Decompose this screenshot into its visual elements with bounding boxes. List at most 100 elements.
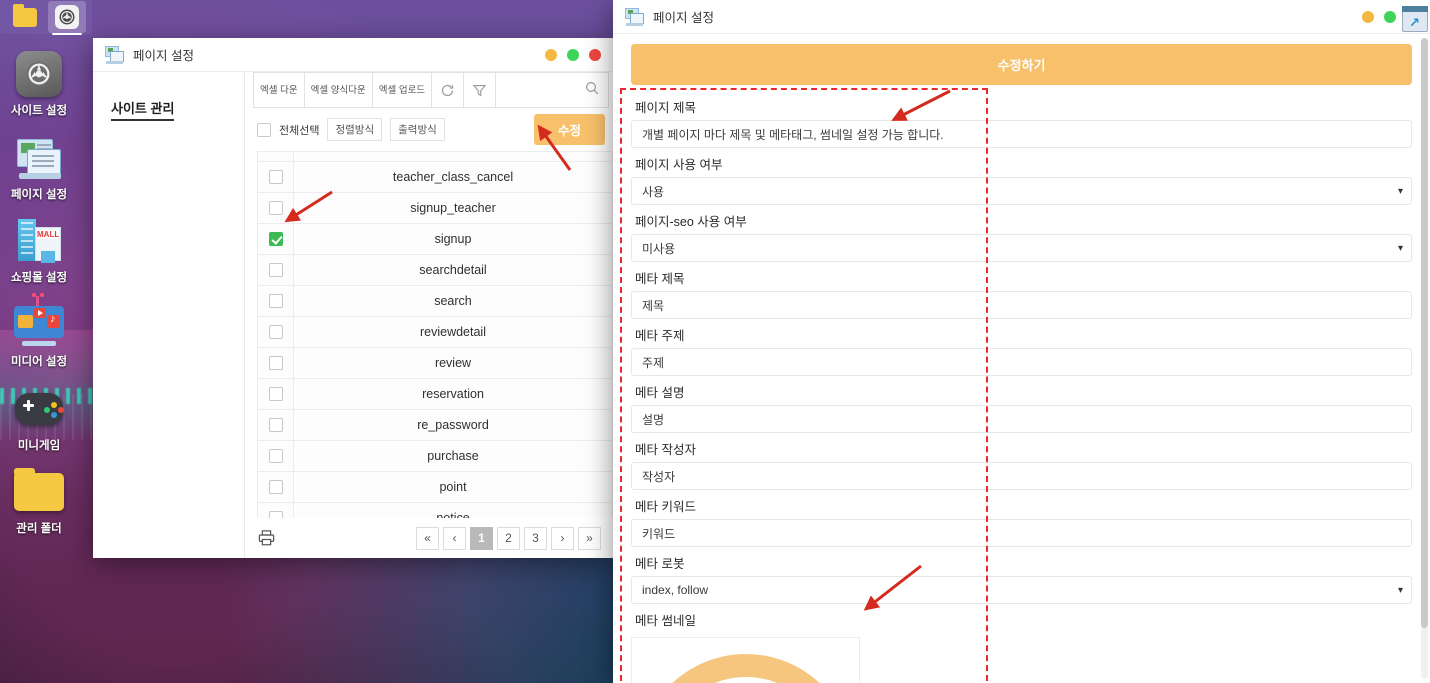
table-row-name: search [293, 285, 613, 317]
table-row-checkbox-cell[interactable] [257, 347, 294, 379]
desktop-icon-art: MALL [13, 215, 65, 267]
filter-icon[interactable] [463, 72, 496, 108]
save-button[interactable]: 수정하기 [631, 44, 1412, 85]
search-input[interactable] [504, 83, 584, 97]
field-value[interactable] [642, 412, 1401, 426]
row-checkbox[interactable] [268, 449, 283, 464]
table-row[interactable]: notice [257, 502, 613, 518]
pagination-page-1[interactable]: 1 [470, 526, 493, 550]
excel-download-button[interactable]: 엑셀 다운 [253, 72, 304, 108]
table-row[interactable]: purchase [257, 440, 613, 472]
table-row-checkbox-cell[interactable] [257, 502, 294, 518]
field-select[interactable]: 사용 ▾ [631, 177, 1412, 205]
table-row-checkbox-cell[interactable] [257, 471, 294, 503]
row-checkbox[interactable] [268, 294, 283, 309]
row-checkbox[interactable] [268, 387, 283, 402]
table-row-checkbox-cell[interactable] [257, 192, 294, 224]
excel-form-download-button[interactable]: 엑셀 양식다운 [303, 72, 372, 108]
field-value[interactable] [642, 469, 1401, 483]
table-row[interactable]: review [257, 347, 613, 379]
table-row[interactable]: search [257, 285, 613, 317]
table-row-name: teacher_class_cancel [293, 161, 613, 193]
sort-mode-button[interactable]: 정렬방식 [327, 118, 383, 141]
desktop-icon-art [13, 466, 65, 518]
row-checkbox[interactable] [268, 511, 283, 518]
table-row[interactable]: searchdetail [257, 254, 613, 286]
table-row[interactable]: signup [257, 223, 613, 255]
desktop-icon-admin-folder[interactable]: 관리 폴더 [0, 466, 78, 536]
field-value[interactable] [642, 298, 1401, 312]
field-input[interactable] [631, 519, 1412, 547]
minimize-button[interactable] [545, 48, 557, 61]
row-checkbox[interactable] [268, 356, 283, 371]
table-row-checkbox-cell[interactable] [257, 378, 294, 410]
maximize-button[interactable] [1384, 10, 1396, 23]
maximize-button[interactable] [567, 48, 579, 61]
pagination-next[interactable]: › [551, 526, 574, 550]
field-input[interactable] [631, 120, 1412, 148]
pagination-page-3[interactable]: 3 [524, 526, 547, 550]
table-row[interactable]: reviewdetail [257, 316, 613, 348]
field-select[interactable]: 미사용 ▾ [631, 234, 1412, 262]
pagination-prev[interactable]: ‹ [443, 526, 466, 550]
left-window-controls [545, 48, 601, 61]
page-settings-list-window: 페이지 설정 사이트 관리 엑셀 다운 엑셀 양식다운 엑셀 업로드 전체선택 … [93, 38, 613, 558]
close-button[interactable] [589, 48, 601, 61]
desktop-icon-label: 사이트 설정 [10, 105, 68, 117]
table-row[interactable]: signup_teacher [257, 192, 613, 224]
desktop-icon-shop-settings[interactable]: MALL 쇼핑몰 설정 [0, 215, 78, 285]
desktop-icon-art [13, 132, 65, 184]
pagination-page-2[interactable]: 2 [497, 526, 520, 550]
table-row-checkbox-cell[interactable] [257, 316, 294, 348]
table-row[interactable]: teacher_class_cancel [257, 161, 613, 193]
field-value[interactable] [642, 127, 1401, 141]
excel-upload-button[interactable]: 엑셀 업로드 [371, 72, 432, 108]
refresh-icon[interactable] [431, 72, 464, 108]
row-checkbox[interactable] [268, 418, 283, 433]
field-input[interactable] [631, 405, 1412, 433]
table-row[interactable]: re_password [257, 409, 613, 441]
table-row-checkbox-cell[interactable] [257, 254, 294, 286]
output-mode-button[interactable]: 출력방식 [390, 118, 445, 141]
minimize-button[interactable] [1362, 10, 1374, 23]
pagination-last[interactable]: » [578, 526, 601, 550]
row-checkbox[interactable] [268, 325, 283, 340]
field-input[interactable] [631, 291, 1412, 319]
sidebar-item-site-management[interactable]: 사이트 관리 [111, 98, 175, 121]
field-select[interactable]: index, follow ▾ [631, 576, 1412, 604]
field-input[interactable] [631, 462, 1412, 490]
row-checkbox[interactable] [268, 232, 283, 247]
field-value[interactable] [642, 526, 1401, 540]
row-checkbox[interactable] [268, 170, 283, 185]
row-checkbox[interactable] [268, 263, 283, 278]
search-box[interactable] [495, 72, 609, 108]
field-input[interactable] [631, 348, 1412, 376]
desktop-icon-art [13, 292, 65, 351]
table-row-checkbox-cell[interactable] [257, 161, 294, 193]
taskbar-item-settings[interactable] [48, 1, 86, 35]
edit-button[interactable]: 수정 [533, 114, 605, 145]
desktop-icon-media-settings[interactable]: 미디어 설정 [0, 292, 78, 369]
table-row-name: point [293, 471, 613, 503]
desktop-icon-page-settings[interactable]: 페이지 설정 [0, 132, 78, 202]
table-row-checkbox-cell[interactable] [257, 223, 294, 255]
table-row-checkbox-cell[interactable] [257, 285, 294, 317]
table-row-checkbox-cell[interactable] [257, 409, 294, 441]
folder-icon [14, 468, 64, 512]
select-all-checkbox[interactable] [257, 122, 271, 137]
row-checkbox[interactable] [268, 480, 283, 495]
desktop-icon-site-settings[interactable]: 사이트 설정 [0, 48, 78, 118]
row-checkbox[interactable] [268, 201, 283, 216]
table-header-row [257, 151, 613, 162]
table-row[interactable]: point [257, 471, 613, 503]
vertical-scrollbar[interactable] [1421, 38, 1428, 679]
media-icon [13, 292, 65, 348]
window-expand-icon[interactable]: ↗ [1402, 6, 1428, 32]
field-value[interactable] [642, 355, 1401, 369]
desktop-icon-minigame[interactable]: 미니게임 [0, 383, 78, 453]
table-row-checkbox-cell[interactable] [257, 440, 294, 472]
taskbar-item-folder[interactable] [6, 1, 44, 33]
printer-icon[interactable] [257, 529, 277, 547]
pagination-first[interactable]: « [416, 526, 439, 550]
table-row[interactable]: reservation [257, 378, 613, 410]
